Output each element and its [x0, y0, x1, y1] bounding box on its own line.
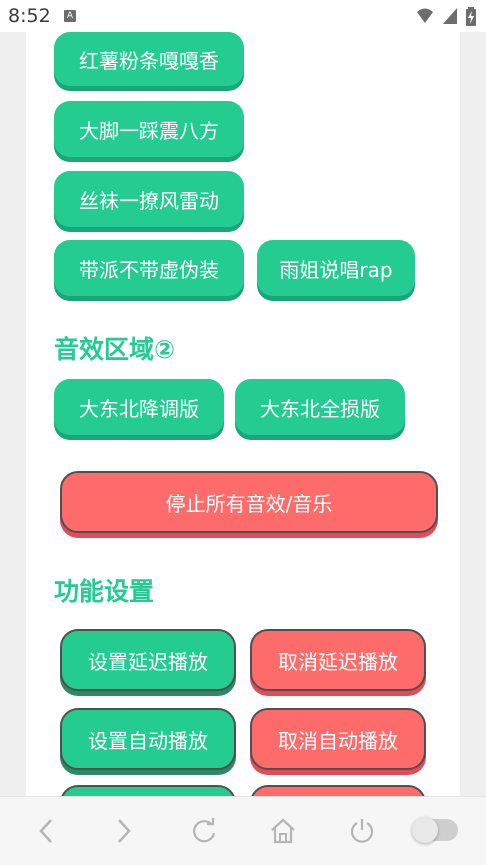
section-title-settings: 功能设置: [54, 577, 155, 606]
bottom-nav-bar: [0, 796, 486, 865]
power-button[interactable]: [344, 813, 380, 849]
home-icon: [271, 818, 295, 844]
partial-setting-button-left[interactable]: [60, 785, 236, 796]
app-notification-icon: A: [64, 10, 76, 22]
forward-button[interactable]: [106, 813, 142, 849]
side-margin-right: [460, 32, 486, 796]
cellular-icon: [443, 8, 457, 24]
sound-button-dongbei-lossy[interactable]: 大东北全损版: [235, 379, 405, 435]
cancel-delay-play-button[interactable]: 取消延迟播放: [250, 629, 426, 691]
forward-icon: [118, 819, 131, 843]
back-icon: [39, 819, 52, 843]
cancel-auto-play-button[interactable]: 取消自动播放: [250, 708, 426, 770]
sound-button-hongshu[interactable]: 红薯粉条嘎嘎香: [54, 32, 244, 86]
partial-setting-button-right[interactable]: [250, 785, 426, 796]
battery-charging-icon: [466, 7, 476, 26]
sound-button-dongbei-lowpitch[interactable]: 大东北降调版: [54, 379, 224, 435]
status-icons: [416, 6, 476, 26]
sound-button-daipai[interactable]: 带派不带虚伪装: [54, 240, 244, 296]
set-auto-play-button[interactable]: 设置自动播放: [60, 708, 236, 770]
home-button[interactable]: [265, 813, 301, 849]
main-content[interactable]: 红薯粉条嘎嘎香 大脚一踩震八方 丝袜一撩风雷动 带派不带虚伪装 雨姐说唱rap …: [26, 32, 460, 796]
power-icon: [350, 819, 374, 843]
side-margin-left: [0, 32, 26, 796]
status-bar: 8:52 A: [0, 0, 486, 32]
sound-button-dajiao[interactable]: 大脚一踩震八方: [54, 101, 244, 157]
sound-button-rap[interactable]: 雨姐说唱rap: [257, 240, 415, 296]
signal-icon: [417, 8, 433, 23]
stop-all-button[interactable]: 停止所有音效/音乐: [60, 471, 438, 533]
toggle-switch[interactable]: [412, 817, 458, 843]
set-delay-play-button[interactable]: 设置延迟播放: [60, 629, 236, 691]
section-title-sound-area-2: 音效区域②: [54, 335, 176, 364]
back-button[interactable]: [28, 813, 64, 849]
reload-icon: [193, 818, 216, 843]
status-time: 8:52: [8, 5, 51, 27]
toggle-knob: [412, 817, 438, 843]
reload-button[interactable]: [186, 813, 222, 849]
sound-button-siwa[interactable]: 丝袜一撩风雷动: [54, 171, 244, 227]
